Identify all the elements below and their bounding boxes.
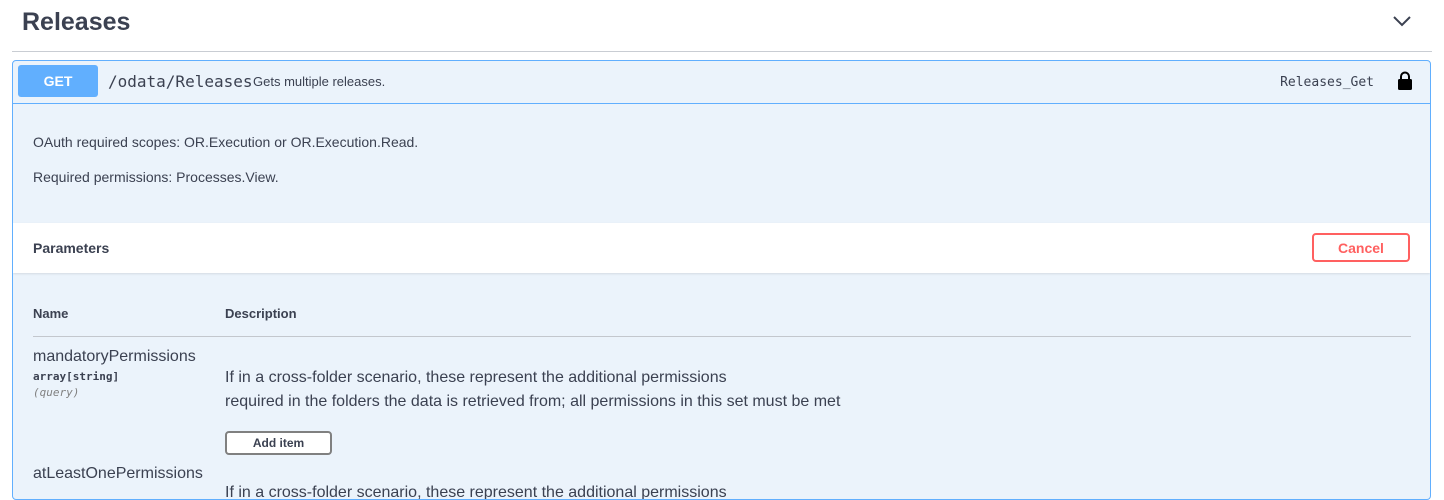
cancel-button[interactable]: Cancel <box>1312 233 1410 262</box>
operation-block: GET /odata/Releases Gets multiple releas… <box>12 60 1431 500</box>
parameters-table-header: Name Description <box>33 306 1411 337</box>
parameter-name: mandatoryPermissions <box>33 348 196 365</box>
operation-summary[interactable]: GET /odata/Releases Gets multiple releas… <box>13 61 1430 104</box>
column-header-description: Description <box>225 306 297 321</box>
parameters-title: Parameters <box>33 240 110 256</box>
operation-path: /odata/Releases <box>108 72 253 91</box>
parameter-description: If in a cross-folder scenario, these rep… <box>225 366 840 414</box>
section-header[interactable]: Releases <box>12 0 1432 52</box>
parameter-description-line: If in a cross-folder scenario, these rep… <box>225 369 727 386</box>
parameters-header: Parameters Cancel <box>13 223 1430 273</box>
lock-icon[interactable] <box>1397 71 1413 91</box>
permissions-text: Required permissions: Processes.View. <box>33 169 279 185</box>
operation-description: OAuth required scopes: OR.Execution or O… <box>33 135 418 205</box>
chevron-down-icon[interactable] <box>1392 14 1412 28</box>
section-title: Releases <box>22 8 131 36</box>
operation-id: Releases_Get <box>1280 75 1374 90</box>
column-header-name: Name <box>33 306 69 321</box>
parameter-row: mandatoryPermissions array[string] (quer… <box>33 348 1411 455</box>
scopes-text: OAuth required scopes: OR.Execution or O… <box>33 134 419 150</box>
parameter-row: atLeastOnePermissions If in a cross-fold… <box>33 465 1411 499</box>
parameter-description: If in a cross-folder scenario, these rep… <box>225 481 727 500</box>
add-item-button[interactable]: Add item <box>225 431 332 455</box>
parameter-description-line: required in the folders the data is retr… <box>225 393 841 410</box>
method-badge: GET <box>18 65 98 97</box>
operation-summary-text: Gets multiple releases. <box>253 74 386 89</box>
parameter-description-line: If in a cross-folder scenario, these rep… <box>225 484 727 500</box>
